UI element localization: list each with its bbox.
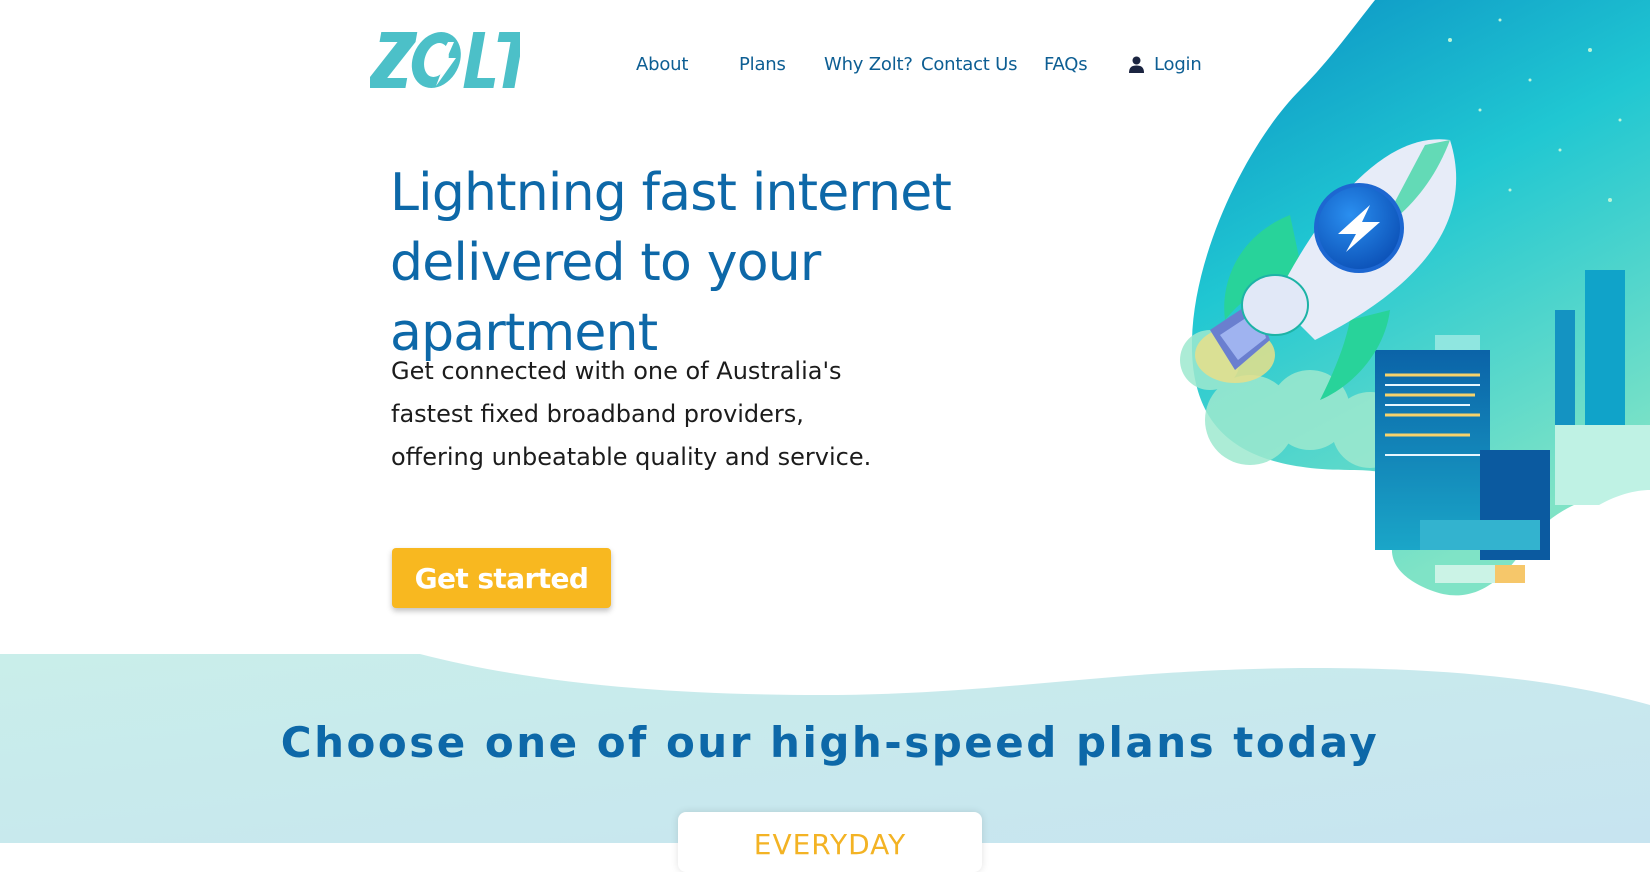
nav-why-zolt[interactable]: Why Zolt? — [824, 54, 913, 75]
get-started-button[interactable]: Get started — [392, 548, 611, 608]
plan-card-everyday[interactable]: EVERYDAY — [678, 812, 982, 872]
plans-heading: Choose one of our high-speed plans today — [280, 718, 1380, 767]
nav-contact-us[interactable]: Contact Us — [921, 54, 1018, 75]
plan-name: EVERYDAY — [753, 828, 907, 861]
hero-text-line-1: Get connected with one of Australia's — [391, 357, 842, 385]
hero-title-line-2: delivered to your apartment — [390, 233, 821, 363]
hero-description: Get connected with one of Australia's fa… — [391, 350, 911, 479]
user-icon — [1129, 56, 1144, 73]
rocket-city-illustration — [1180, 0, 1650, 600]
logo-mark — [370, 32, 520, 88]
hero-title: Lightning fast internet delivered to you… — [390, 158, 1030, 368]
nav-about[interactable]: About — [636, 54, 688, 75]
hero-title-line-1: Lightning fast internet — [390, 163, 952, 223]
nav-plans[interactable]: Plans — [739, 54, 786, 75]
nav-faqs[interactable]: FAQs — [1044, 54, 1088, 75]
hero-text-line-2: fastest fixed broadband providers, — [391, 400, 804, 428]
zolt-logo[interactable] — [370, 28, 520, 92]
hero-text-line-3: offering unbeatable quality and service. — [391, 443, 872, 471]
